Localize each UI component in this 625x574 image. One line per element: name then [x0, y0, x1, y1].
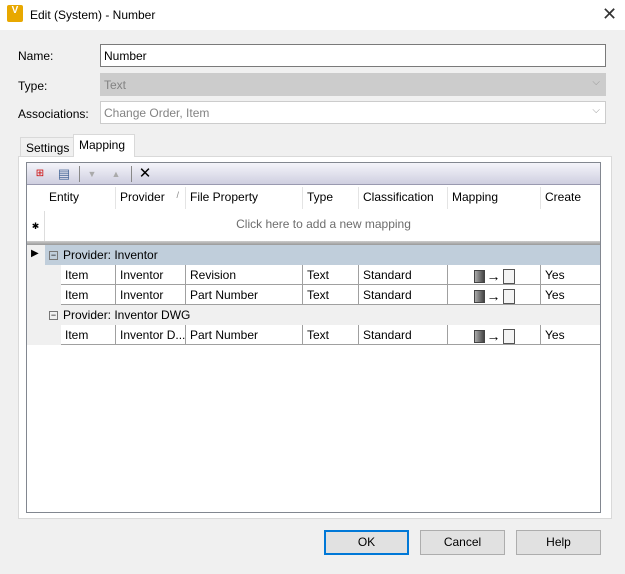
collapse-icon[interactable]: − [49, 251, 58, 261]
sort-icon: / [176, 190, 179, 200]
cell-mapping[interactable]: → [448, 325, 541, 345]
tab-settings[interactable]: Settings [20, 137, 76, 157]
separator [131, 166, 132, 182]
cell-mapping[interactable]: → [448, 265, 541, 285]
tab-mapping[interactable]: Mapping [73, 134, 135, 157]
associations-select: Change Order, Item ⌵ [100, 101, 606, 124]
cell-provider[interactable]: Inventor [116, 285, 186, 305]
move-up-icon: ▲ [111, 169, 121, 179]
cell-create[interactable]: Yes [541, 285, 600, 305]
column-header-classification[interactable]: Classification [359, 187, 448, 209]
cell-type[interactable]: Text [303, 325, 359, 345]
associations-value: Change Order, Item [104, 106, 210, 120]
grid-toolbar: ⊞ ▤ ▼ ▲ ✕ [27, 163, 600, 185]
column-header-file-property[interactable]: File Property [186, 187, 303, 209]
column-header-entity[interactable]: Entity [45, 187, 116, 209]
add-mapping-row[interactable]: Click here to add a new mapping [45, 217, 600, 231]
mapping-icon: → [473, 288, 515, 304]
row-indicator-column [27, 245, 45, 345]
cell-type[interactable]: Text [303, 265, 359, 285]
app-icon: V [7, 5, 23, 22]
separator [79, 166, 80, 182]
chevron-down-icon: ⌵ [592, 105, 600, 116]
type-label: Type: [18, 79, 48, 93]
cell-classification[interactable]: Standard [359, 285, 448, 305]
cell-entity[interactable]: Item [61, 265, 116, 285]
list-icon[interactable]: ▤ [56, 166, 72, 182]
cell-entity[interactable]: Item [61, 325, 116, 345]
title-bar: V Edit (System) - Number ✕ [0, 0, 625, 30]
cell-entity[interactable]: Item [61, 285, 116, 305]
close-icon[interactable]: ✕ [602, 4, 617, 25]
provider-header-label: Provider [120, 190, 165, 204]
mapping-grid: ⊞ ▤ ▼ ▲ ✕ Entity Provider / File Property… [26, 162, 601, 513]
cell-classification[interactable]: Standard [359, 325, 448, 345]
group-label: Provider: Inventor DWG [63, 308, 191, 322]
column-header-provider[interactable]: Provider / [116, 187, 186, 209]
cell-property[interactable]: Revision [186, 265, 303, 285]
group-label: Provider: Inventor [63, 248, 158, 262]
cell-type[interactable]: Text [303, 285, 359, 305]
cell-provider[interactable]: Inventor [116, 265, 186, 285]
type-select: Text ⌵ [100, 73, 606, 96]
indent [45, 265, 61, 305]
type-value: Text [104, 78, 127, 92]
associations-label: Associations: [18, 107, 89, 121]
cell-create[interactable]: Yes [541, 265, 600, 285]
cell-classification[interactable]: Standard [359, 265, 448, 285]
delete-icon[interactable]: ✕ [137, 166, 153, 182]
move-down-icon: ▼ [87, 169, 97, 179]
cell-provider[interactable]: Inventor D... [116, 325, 186, 345]
help-button[interactable]: Help [516, 530, 601, 555]
new-row-icon: ✱ [27, 211, 45, 241]
group-row[interactable]: − Provider: Inventor DWG [45, 305, 600, 325]
chevron-down-icon: ⌵ [592, 77, 600, 88]
window-title: Edit (System) - Number [30, 8, 156, 22]
current-row-icon: ▶ [31, 248, 39, 259]
column-header-mapping[interactable]: Mapping [448, 187, 541, 209]
ok-button[interactable]: OK [324, 530, 409, 555]
cell-property[interactable]: Part Number [186, 325, 303, 345]
cell-mapping[interactable]: → [448, 285, 541, 305]
cell-create[interactable]: Yes [541, 325, 600, 345]
hierarchy-icon[interactable]: ⊞ [32, 166, 48, 182]
name-label: Name: [18, 49, 54, 63]
mapping-icon: → [473, 328, 515, 344]
column-header-create[interactable]: Create [541, 187, 600, 209]
group-row[interactable]: − Provider: Inventor [45, 245, 600, 265]
name-input[interactable]: Number [100, 44, 606, 67]
cancel-button[interactable]: Cancel [420, 530, 505, 555]
collapse-icon[interactable]: − [49, 311, 58, 321]
column-header-type[interactable]: Type [303, 187, 359, 209]
mapping-icon: → [473, 268, 515, 284]
cell-property[interactable]: Part Number [186, 285, 303, 305]
indent [45, 325, 61, 345]
